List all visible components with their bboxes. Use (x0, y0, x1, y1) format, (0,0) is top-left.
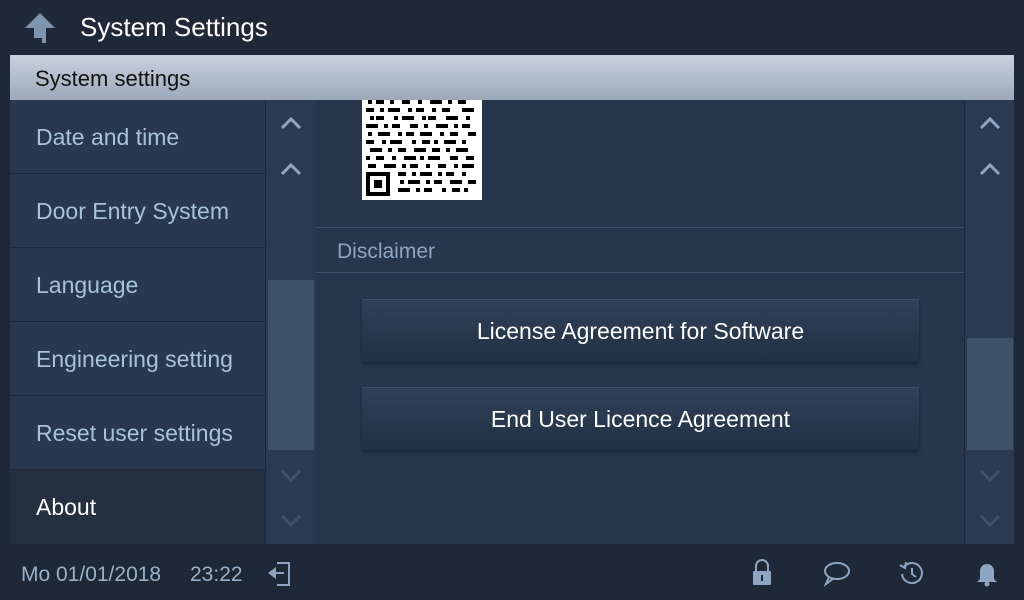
menu-item-about[interactable]: About (10, 470, 265, 544)
menu-item-engineering-setting[interactable]: Engineering setting (10, 322, 265, 396)
menu-item-label: About (36, 494, 97, 520)
license-agreement-software-button[interactable]: License Agreement for Software (362, 299, 919, 362)
scroll-thumb[interactable] (967, 338, 1013, 450)
menu-item-label: Engineering setting (36, 346, 233, 372)
menu-item-label: Door Entry System (36, 198, 229, 224)
scroll-down-icon[interactable] (965, 455, 1015, 495)
scroll-up-icon[interactable] (266, 150, 316, 190)
scroll-up-icon[interactable] (965, 150, 1015, 190)
content-scrollbar[interactable] (965, 100, 1014, 544)
menu-item-label: Reset user settings (36, 420, 233, 446)
page-title: System Settings (80, 12, 268, 42)
disclaimer-label: Disclaimer (337, 240, 436, 263)
menu-item-date-and-time[interactable]: Date and time (10, 100, 265, 174)
end-user-licence-agreement-button[interactable]: End User Licence Agreement (362, 387, 919, 450)
message-icon[interactable] (821, 557, 853, 589)
status-bar: Mo 01/01/2018 23:22 (0, 546, 1024, 600)
title-bar: System Settings (0, 0, 1024, 55)
scroll-top-icon[interactable] (266, 104, 316, 144)
bell-icon[interactable] (971, 557, 1003, 589)
scroll-top-icon[interactable] (965, 104, 1015, 144)
menu-item-label: Date and time (36, 124, 180, 150)
scroll-bottom-icon[interactable] (266, 500, 316, 540)
history-icon[interactable] (896, 557, 928, 589)
status-date: Mo 01/01/2018 (21, 563, 162, 586)
scroll-thumb[interactable] (268, 280, 314, 450)
menu-item-language[interactable]: Language (10, 248, 265, 322)
menu-item-reset-user-settings[interactable]: Reset user settings (10, 396, 265, 470)
door-icon[interactable] (264, 557, 296, 589)
scroll-bottom-icon[interactable] (965, 500, 1015, 540)
back-arrow-icon[interactable] (22, 10, 58, 46)
menu-item-door-entry-system[interactable]: Door Entry System (10, 174, 265, 248)
status-time: 23:22 (190, 563, 243, 586)
section-divider (316, 272, 964, 273)
scroll-down-icon[interactable] (266, 455, 316, 495)
section-title: System settings (35, 66, 191, 91)
settings-menu: Date and time Door Entry System Language… (10, 100, 265, 544)
section-header: System settings (10, 55, 1014, 100)
lock-icon[interactable] (746, 557, 778, 589)
qr-code-icon (362, 100, 482, 200)
section-divider (316, 227, 964, 228)
menu-item-label: Language (36, 272, 139, 298)
menu-scrollbar[interactable] (266, 100, 316, 544)
